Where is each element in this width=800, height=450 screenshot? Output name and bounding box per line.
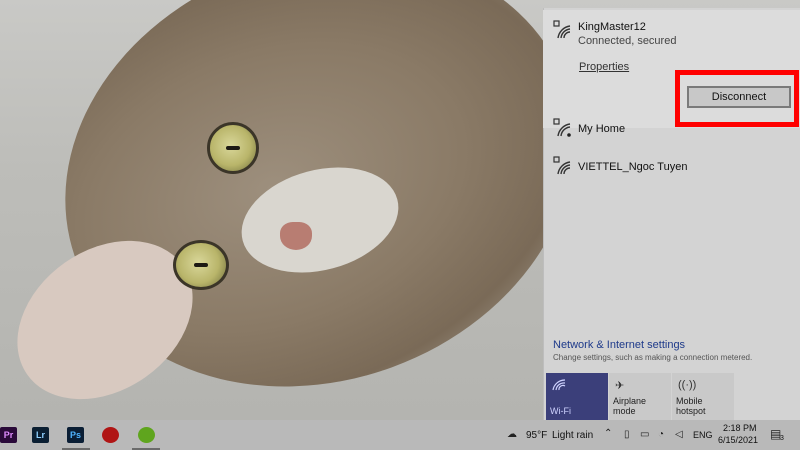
cat-eye-right — [207, 122, 259, 174]
wifi-toggle-tile[interactable]: Wi-Fi — [546, 373, 608, 420]
network-name: VIETTEL_Ngoc Tuyen — [578, 161, 688, 173]
wifi-icon — [552, 379, 566, 394]
wifi-secured-icon — [553, 156, 571, 175]
mobile-hotspot-tile[interactable]: ((·)) Mobile hotspot — [672, 373, 734, 420]
hotspot-icon: ((·)) — [678, 379, 697, 391]
tile-label: Airplane mode — [613, 396, 647, 416]
meet-icon[interactable]: ▯ — [624, 429, 630, 440]
network-settings-description: Change settings, such as making a connec… — [553, 353, 753, 362]
notification-count: 3 — [780, 435, 784, 442]
clock-time[interactable]: 2:18 PM — [723, 423, 757, 433]
lightroom-icon[interactable]: Lr — [32, 427, 49, 443]
weather-condition[interactable]: Light rain — [552, 430, 593, 441]
network-status: Connected, secured — [578, 35, 677, 47]
wifi-secured-icon — [553, 20, 571, 39]
green-app-icon[interactable] — [138, 427, 155, 443]
network-name: My Home — [578, 123, 626, 135]
language-indicator[interactable]: ENG — [693, 430, 713, 440]
chevron-up-icon[interactable]: ⌃ — [604, 428, 612, 439]
disconnect-button[interactable]: Disconnect — [687, 86, 791, 108]
clock-date[interactable]: 6/15/2021 — [718, 435, 758, 445]
network-name: KingMaster12 — [578, 21, 646, 33]
photoshop-icon[interactable]: Ps — [67, 427, 84, 443]
weather-temp[interactable]: 95°F — [526, 430, 547, 441]
volume-icon[interactable]: ◁ — [675, 429, 683, 440]
tile-label: Wi-Fi — [550, 406, 571, 416]
premiere-icon[interactable]: Pr — [0, 427, 17, 443]
cat-nose — [280, 222, 312, 250]
properties-link[interactable]: Properties — [579, 61, 629, 73]
tile-label: Mobile hotspot — [676, 396, 706, 416]
weather-icon: ☁ — [507, 429, 517, 440]
battery-icon[interactable]: ▭ — [640, 429, 649, 440]
airplane-mode-tile[interactable]: ✈ Airplane mode — [609, 373, 671, 420]
network-tray-icon[interactable]: ◔ — [658, 429, 664, 440]
airplane-icon: ✈ — [615, 380, 625, 392]
wifi-secured-icon — [553, 118, 571, 137]
cat-eye-left — [173, 240, 229, 290]
network-settings-link[interactable]: Network & Internet settings — [553, 339, 685, 351]
taskbar: Pr Lr Ps ☁ 95°F Light rain ⌃ ▯ ▭ ◔ ◁ ENG… — [0, 420, 800, 450]
red-app-icon[interactable] — [102, 427, 119, 443]
